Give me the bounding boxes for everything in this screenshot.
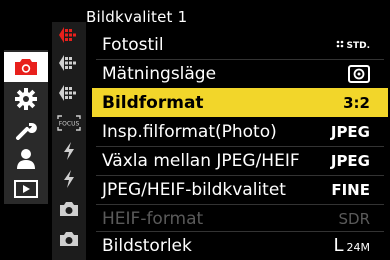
- person-icon: [15, 148, 37, 170]
- menu-item-label: HEIF-format: [102, 208, 204, 229]
- subtab-flash-2[interactable]: [52, 166, 86, 192]
- menu-item-label: Bildformat: [102, 92, 204, 113]
- menu-screen: Bildkvalitet 1 FOCUS Fotostil STD. Mätni…: [0, 0, 390, 260]
- category-camera[interactable]: [4, 52, 48, 82]
- quality-page-3-icon: [58, 84, 80, 102]
- wrench-icon: [15, 118, 37, 140]
- subtab-page-1[interactable]: [52, 22, 86, 48]
- menu-item-aspect-ratio[interactable]: Bildformat 3:2: [92, 88, 388, 117]
- divider: [96, 175, 384, 176]
- menu-item-image-quality[interactable]: JPEG/HEIF-bildkvalitet FINE: [92, 175, 388, 204]
- menu-item-jpeg-heif-switch[interactable]: Växla mellan JPEG/HEIF JPEG: [92, 146, 388, 175]
- subtab-flash-1[interactable]: [52, 138, 86, 164]
- menu-item-file-format[interactable]: Insp.filformat(Photo) JPEG: [92, 117, 388, 146]
- playback-icon: [14, 180, 38, 198]
- category-my-menu[interactable]: [4, 144, 48, 174]
- divider: [96, 59, 384, 60]
- menu-item-heif-format: HEIF-format SDR: [92, 204, 388, 233]
- menu-item-label: Växla mellan JPEG/HEIF: [102, 150, 300, 171]
- menu-item-value: JPEG: [330, 151, 370, 170]
- menu-item-value: JPEG: [330, 122, 370, 141]
- subtab-page-2[interactable]: [52, 50, 86, 76]
- category-playback[interactable]: [4, 174, 48, 204]
- menu-item-label: Mätningsläge: [102, 63, 217, 84]
- menu-item-value: FINE: [331, 180, 370, 199]
- camera-custom-2-icon: [59, 230, 79, 248]
- flash-2-icon: [61, 169, 77, 189]
- menu-item-photo-style[interactable]: Fotostil STD.: [92, 30, 388, 59]
- divider: [96, 204, 384, 205]
- menu-item-label: Bildstorlek: [102, 235, 192, 256]
- menu-item-value: SDR: [338, 209, 371, 228]
- menu-item-value: 3:2: [343, 93, 370, 112]
- focus-icon: FOCUS: [56, 114, 82, 132]
- flash-icon: [61, 141, 77, 161]
- subtab-camera-2[interactable]: [52, 226, 86, 252]
- svg-text:FOCUS: FOCUS: [59, 121, 80, 128]
- camera-icon: [13, 57, 39, 77]
- quality-page-1-icon: [58, 26, 80, 44]
- subtab-focus[interactable]: FOCUS: [52, 110, 86, 136]
- metering-icon: [348, 64, 370, 83]
- subtab-page-3[interactable]: [52, 80, 86, 106]
- gear-icon: [15, 88, 37, 110]
- divider: [96, 146, 384, 147]
- category-settings[interactable]: [4, 84, 48, 114]
- menu-item-value: L 24M: [333, 235, 370, 256]
- category-setup[interactable]: [4, 114, 48, 144]
- page-title: Bildkvalitet 1: [86, 8, 188, 26]
- menu-item-label: Insp.filformat(Photo): [102, 121, 277, 142]
- photo-style-icon: STD.: [335, 39, 370, 51]
- divider: [96, 231, 384, 232]
- menu-item-metering-mode[interactable]: Mätningsläge: [92, 59, 388, 88]
- quality-page-2-icon: [58, 54, 80, 72]
- camera-custom-1-icon: [59, 200, 79, 218]
- subtab-camera-1[interactable]: [52, 196, 86, 222]
- menu-item-picture-size[interactable]: Bildstorlek L 24M: [92, 231, 388, 260]
- menu-item-label: Fotostil: [102, 34, 164, 55]
- menu-item-label: JPEG/HEIF-bildkvalitet: [102, 179, 286, 200]
